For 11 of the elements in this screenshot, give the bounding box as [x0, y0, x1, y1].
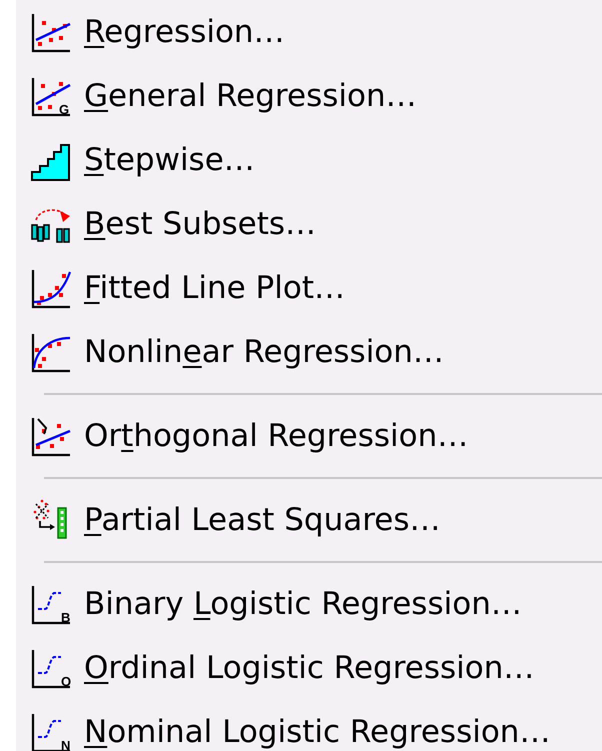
menu-item[interactable]: N Nominal Logistic Regression…	[16, 700, 602, 751]
menu-item[interactable]: O Ordinal Logistic Regression…	[16, 636, 602, 700]
menu-item[interactable]: B Binary Logistic Regression…	[16, 572, 602, 636]
menu-item[interactable]: Regression…	[16, 0, 602, 64]
menu-item[interactable]: Best Subsets…	[16, 192, 602, 256]
menu-item[interactable]: Partial Least Squares…	[16, 488, 602, 552]
menu-item[interactable]: Nonlinear Regression…	[16, 320, 602, 384]
menu-item[interactable]: G General Regression…	[16, 64, 602, 128]
menu-item[interactable]: Stepwise…	[16, 128, 602, 192]
menu-item[interactable]: Orthogonal Regression…	[16, 404, 602, 468]
menu-item[interactable]: Fitted Line Plot…	[16, 256, 602, 320]
